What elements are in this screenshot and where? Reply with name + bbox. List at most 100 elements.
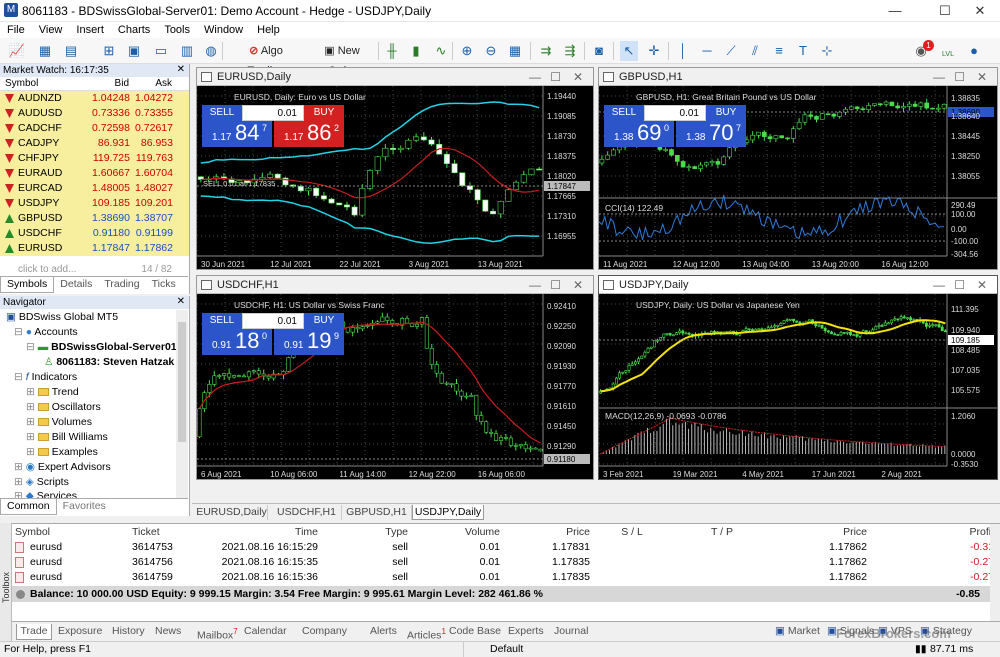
navigator-scrollbar[interactable]	[176, 310, 188, 498]
menu-tools[interactable]: Tools	[157, 22, 197, 38]
menu-insert[interactable]: Insert	[69, 22, 111, 38]
col-bid[interactable]: Bid	[115, 77, 129, 91]
tab-code-base[interactable]: Code Base	[449, 624, 501, 639]
close-icon[interactable]: ✕	[177, 64, 185, 75]
channel-icon[interactable]: ⫽	[746, 41, 764, 61]
nav-folder-trend[interactable]: ⊞ Trend	[26, 385, 79, 399]
line-chart-icon[interactable]: ∿	[432, 41, 450, 61]
cursor-icon[interactable]: ↖	[620, 41, 638, 61]
nav-root[interactable]: ▣ BDSwiss Global MT5	[6, 310, 118, 324]
chart-window-usdchf[interactable]: USDCHF,H1 — ☐ ✕ 0.92410 0.92250 0.92090 0.9…	[196, 275, 594, 480]
nav-folder-oscillators[interactable]: ⊞ Oscillators	[26, 400, 101, 414]
maximize-icon[interactable]: ☐	[954, 68, 965, 86]
toolbox-icon[interactable]: ▭	[152, 41, 170, 61]
chart-window-usdjpy[interactable]: USDJPY,Daily — ☐ ✕ 111.395 109.940 109.185…	[598, 275, 998, 480]
navigator-icon[interactable]: ⊞	[100, 41, 118, 61]
col-price[interactable]: Price	[482, 524, 590, 540]
profiles-icon[interactable]: ▦	[36, 41, 54, 61]
nav-scripts[interactable]: ⊞ ◈ Scripts	[14, 475, 69, 489]
tab-experts[interactable]: Experts	[508, 624, 544, 639]
nav-folder-volumes[interactable]: ⊞ Volumes	[26, 415, 92, 429]
sell-price[interactable]: 0.91 18 0	[202, 328, 272, 355]
nav-account[interactable]: ♙ 8061183: Steven Hatzak	[44, 355, 174, 369]
tab-news[interactable]: News	[155, 624, 181, 639]
nav-services[interactable]: ⊞ ◆ Services	[14, 489, 77, 498]
new-chart-icon[interactable]: 📈	[8, 41, 26, 61]
maximize-icon[interactable]: ☐	[550, 276, 561, 294]
tile-windows-icon[interactable]: ▦	[506, 41, 524, 61]
screenshot-icon[interactable]: ◙	[590, 41, 608, 61]
minimize-icon[interactable]: —	[529, 276, 541, 294]
sell-price[interactable]: 1.38 69 0	[604, 120, 674, 147]
volume-input[interactable]: 0.01	[242, 313, 304, 329]
buy-price[interactable]: 1.38 70 7	[676, 120, 746, 147]
calendar-icon[interactable]: ▥	[178, 41, 196, 61]
tab-favorites[interactable]: Favorites	[57, 499, 112, 514]
buy-button[interactable]: BUY	[304, 105, 344, 121]
col-symbol[interactable]: Symbol	[5, 77, 38, 91]
algo-trading-button[interactable]: ⊘ Algo Trading	[230, 41, 302, 77]
col-ask[interactable]: Ask	[155, 77, 172, 91]
tab-alerts[interactable]: Alerts	[370, 624, 397, 639]
col-ticket[interactable]: Ticket	[132, 524, 212, 540]
trade-row[interactable]: eurusd 3614753 2021.08.16 16:15:29 sell 0.01…	[12, 540, 1000, 555]
market-watch-row[interactable]: CHFJPY 119.725 119.763	[0, 151, 189, 166]
chart-tab[interactable]: USDCHF,H1	[272, 505, 342, 520]
trade-row[interactable]: eurusd 3614756 2021.08.16 16:15:35 sell 0.01…	[12, 555, 1000, 570]
tab-trading[interactable]: Trading	[98, 277, 145, 292]
minimize-button[interactable]: —	[880, 1, 910, 21]
tab-trade[interactable]: Trade	[16, 624, 52, 640]
minimize-icon[interactable]: —	[933, 276, 945, 294]
zoom-in-icon[interactable]: ⊕	[458, 41, 476, 61]
market-watch-row[interactable]: EURUSD 1.17847 1.17862	[0, 241, 189, 256]
volume-input[interactable]: 0.01	[242, 105, 304, 121]
col-symbol[interactable]: Symbol	[15, 524, 115, 540]
buy-button[interactable]: BUY	[304, 313, 344, 329]
chart-tab[interactable]: GBPUSD,H1	[342, 505, 412, 520]
market-watch-row[interactable]: AUDUSD 0.73336 0.73355	[0, 106, 189, 121]
volume-input[interactable]: 0.01	[644, 105, 706, 121]
tab-ticks[interactable]: Ticks	[146, 277, 182, 292]
sell-price[interactable]: 1.17 84 7	[202, 120, 272, 147]
nav-folder-examples[interactable]: ⊞ Examples	[26, 445, 98, 459]
bar-chart-icon[interactable]: ╫	[383, 41, 401, 61]
zoom-out-icon[interactable]: ⊖	[482, 41, 500, 61]
sell-button[interactable]: SELL	[202, 105, 242, 121]
level-icon[interactable]: LVL	[938, 41, 958, 61]
close-icon[interactable]: ✕	[177, 296, 185, 307]
market-watch-icon[interactable]: ▤	[62, 41, 80, 61]
sell-button[interactable]: SELL	[202, 313, 242, 329]
tab-history[interactable]: History	[112, 624, 145, 639]
minimize-icon[interactable]: —	[933, 68, 945, 86]
close-icon[interactable]: ✕	[977, 68, 987, 86]
buy-price[interactable]: 1.17 86 2	[274, 120, 344, 147]
nav-indicators[interactable]: ⊟ f Indicators	[14, 370, 77, 384]
auto-scroll-icon[interactable]: ⇉	[537, 41, 555, 61]
close-icon[interactable]: ✕	[977, 276, 987, 294]
trend-line-icon[interactable]: ⟋	[722, 41, 740, 61]
chart-tab[interactable]: USDJPY,Daily	[412, 505, 484, 520]
horizontal-line-icon[interactable]: ─	[698, 41, 716, 61]
market-watch-row[interactable]: USDJPY 109.185 109.201	[0, 196, 189, 211]
minimize-icon[interactable]: —	[529, 68, 541, 86]
market-watch-row[interactable]: EURAUD 1.60667 1.60704	[0, 166, 189, 181]
market-watch-row[interactable]: CADCHF 0.72598 0.72617	[0, 121, 189, 136]
tab-common[interactable]: Common	[0, 499, 57, 515]
trade-scrollbar[interactable]	[990, 524, 1000, 622]
shapes-icon[interactable]: ⊹	[818, 41, 836, 61]
col-profit[interactable]: Profit	[892, 524, 994, 540]
menu-file[interactable]: File	[0, 22, 32, 38]
account-icon[interactable]: ●	[965, 41, 983, 61]
menu-view[interactable]: View	[32, 22, 70, 38]
add-symbol-row[interactable]: click to add... 14 / 82	[0, 264, 188, 276]
crosshair-icon[interactable]: ✛	[645, 41, 663, 61]
market-watch-row[interactable]: CADJPY 86.931 86.953	[0, 136, 189, 151]
tab-details[interactable]: Details	[54, 277, 98, 292]
col-sl[interactable]: S / L	[582, 524, 682, 540]
fibo-icon[interactable]: ≡	[770, 41, 788, 61]
tab-journal[interactable]: Journal	[554, 624, 588, 639]
maximize-button[interactable]: ☐	[930, 1, 960, 21]
data-window-icon[interactable]: ▣	[125, 41, 143, 61]
tab-exposure[interactable]: Exposure	[58, 624, 102, 639]
close-window-button[interactable]: ✕	[965, 1, 995, 21]
